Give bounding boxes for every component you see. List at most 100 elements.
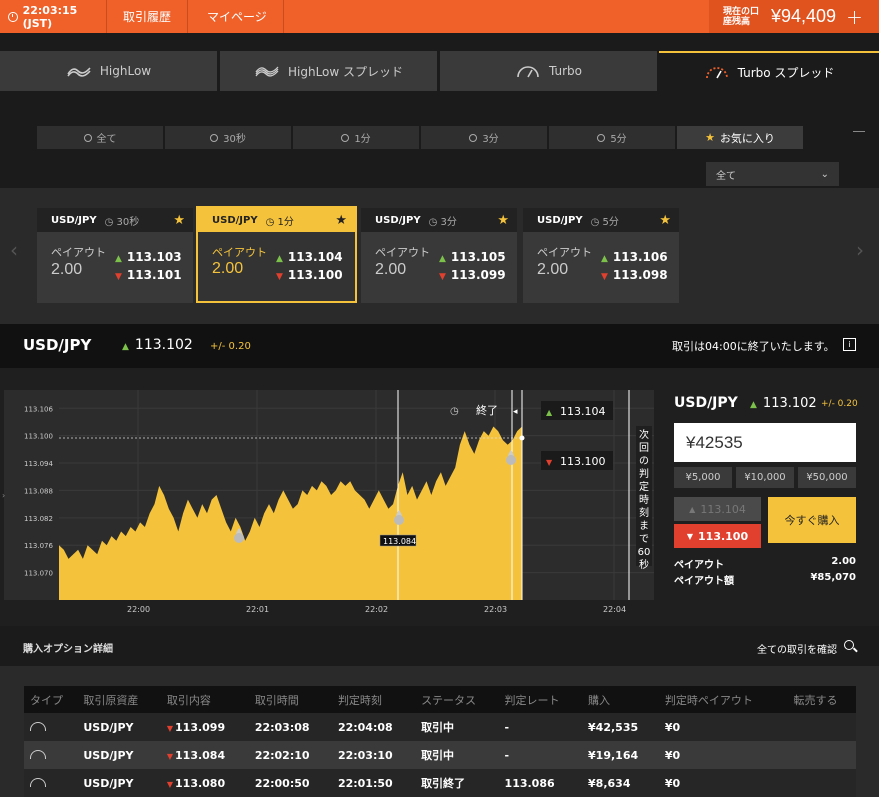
card-payout-label: ペイアウト: [51, 246, 106, 259]
star-icon[interactable]: ★: [173, 213, 185, 228]
high-rate-tag-text: 113.104: [560, 405, 606, 418]
filter-all[interactable]: 全て: [37, 126, 163, 149]
end-label: 終了: [476, 403, 498, 417]
x-tick-label: 22:00: [127, 605, 150, 614]
down-arrow-icon: ▼: [276, 272, 283, 282]
table-cell: ¥0: [658, 713, 788, 741]
x-tick-label: 22:01: [246, 605, 269, 614]
star-icon[interactable]: ★: [659, 213, 671, 228]
speedometer-icon: [517, 66, 539, 78]
turbo-icon: [30, 721, 46, 731]
quick-5000-button[interactable]: ¥5,000: [674, 467, 732, 488]
pair-name: USD/JPY: [23, 336, 92, 354]
card-pair: USD/JPY: [212, 214, 258, 226]
highlow-spread-icon: [255, 66, 279, 77]
clock-icon: [8, 11, 18, 22]
filter-30s[interactable]: 30秒: [165, 126, 291, 149]
quick-10000-button[interactable]: ¥10,000: [736, 467, 794, 488]
rate-card-3m[interactable]: USD/JPY ◷ 3分 ★ ペイアウト 2.00 ▲ 113.105 ▼ 113.09…: [361, 208, 517, 303]
tab-turbo-label: Turbo: [548, 64, 582, 78]
countdown-char: 60: [638, 547, 651, 558]
table-cell: -: [498, 713, 583, 741]
quick-50000-button[interactable]: ¥50,000: [798, 467, 856, 488]
trades-table: タイプ 取引原資産 取引内容 取引時間 判定時刻 ステータス 判定レート 購入 判定時ペイアウト…: [24, 686, 856, 797]
rate-card-30s[interactable]: USD/JPY ◷ 30秒 ★ ペイアウト 2.00 ▲ 113.103 ▼ 113.1…: [37, 208, 193, 303]
up-arrow-icon: ▲: [276, 254, 283, 264]
tab-highlow[interactable]: HighLow: [0, 51, 217, 91]
pair-change: +/- 0.20: [210, 341, 251, 352]
table-column-header: 転売する: [787, 686, 856, 713]
y-tick-label: 113.082: [24, 515, 53, 523]
next-arrow-icon[interactable]: ›: [856, 238, 864, 262]
buy-now-button[interactable]: 今すぐ購入: [768, 497, 856, 543]
table-cell: -: [498, 741, 583, 769]
card-time-label: 5分: [602, 216, 619, 228]
table-cell: ¥0: [658, 741, 788, 769]
card-low-value: 113.098: [612, 268, 668, 282]
card-header: USD/JPY ◷ 3分 ★: [361, 208, 517, 232]
table-cell: ▼ 113.099: [160, 713, 249, 741]
card-pair: USD/JPY: [375, 214, 421, 226]
clock-icon: [210, 133, 219, 142]
low-button[interactable]: ▼ 113.100: [674, 524, 761, 548]
tab-turbo[interactable]: Turbo: [440, 51, 657, 91]
up-arrow-icon: ▲: [115, 254, 122, 264]
card-high-value: 113.103: [126, 250, 182, 264]
table-cell: 22:02:10: [248, 741, 332, 769]
trade-rate: 113.080: [175, 776, 226, 790]
clock-icon: [469, 133, 478, 142]
table-row[interactable]: USD/JPY ▼ 113.099 22:03:08 22:04:08 取引中 - ¥42,5…: [24, 713, 856, 741]
table-cell: 22:01:50: [331, 769, 416, 797]
high-button[interactable]: ▲ 113.104: [674, 497, 761, 521]
all-trades-link[interactable]: 全ての取引を確認: [757, 641, 837, 656]
filter-5m[interactable]: 5分: [549, 126, 675, 149]
filter-favorites[interactable]: ★ お気に入り: [677, 126, 803, 149]
nav-trade-history[interactable]: 取引履歴: [107, 0, 189, 33]
rate-card-5m[interactable]: USD/JPY ◷ 5分 ★ ペイアウト 2.00 ▲ 113.106 ▼ 113.09…: [523, 208, 679, 303]
up-arrow-icon: ▲: [750, 400, 757, 410]
turbo-icon: [30, 749, 46, 759]
prev-arrow-icon[interactable]: ‹: [10, 238, 18, 262]
asset-select[interactable]: 全て ⌄: [706, 162, 839, 186]
card-high-value: 113.106: [612, 250, 668, 264]
card-high-value: 113.104: [287, 250, 343, 264]
nav-mypage[interactable]: マイページ: [191, 0, 284, 33]
collapse-icon[interactable]: [853, 131, 865, 132]
chevron-down-icon: ⌄: [820, 168, 829, 180]
payout-amount-value: ¥85,070: [810, 572, 856, 583]
card-payout-label: ペイアウト: [375, 246, 430, 259]
search-icon[interactable]: [844, 640, 854, 650]
y-tick-label: 113.106: [24, 405, 53, 413]
info-icon[interactable]: i: [843, 338, 856, 351]
details-title: 購入オプション詳細: [23, 644, 113, 655]
tab-highlow-spread[interactable]: HighLow スプレッド: [220, 51, 437, 91]
card-time: ◷ 3分: [428, 216, 457, 228]
filter-1m[interactable]: 1分: [293, 126, 419, 149]
tab-turbo-spread[interactable]: Turbo スプレッド: [659, 51, 879, 91]
table-row[interactable]: USD/JPY ▼ 113.080 22:00:50 22:01:50 取引終了 113.0…: [24, 769, 856, 797]
amount-input[interactable]: [674, 423, 856, 462]
table-cell: USD/JPY: [77, 741, 161, 769]
countdown-char: ま: [639, 520, 649, 532]
price-chart[interactable]: 113.106 113.100 113.094 113.088 113.082 113.0…: [0, 368, 670, 626]
card-payout: 2.00: [375, 261, 407, 278]
trade-rate: 113.099: [175, 720, 226, 734]
table-cell: 取引終了: [415, 769, 499, 797]
deposit-button[interactable]: +: [846, 5, 863, 29]
y-tick-label: 113.070: [24, 570, 53, 578]
card-pair: USD/JPY: [51, 214, 97, 226]
star-icon[interactable]: ★: [497, 213, 509, 228]
card-high-rate: ▲ 113.104: [276, 250, 343, 264]
y-tick-label: 113.088: [24, 487, 53, 495]
countdown-char: 次: [639, 428, 649, 441]
chart-left-arrow-icon[interactable]: ›: [2, 491, 5, 500]
clock: 22:03:15 (JST): [0, 0, 107, 33]
rate-card-1m[interactable]: USD/JPY ◷ 1分 ★ ペイアウト 2.00 ▲ 113.104 ▼ 113.10…: [196, 206, 357, 303]
down-arrow-icon: ▼: [686, 531, 694, 541]
table-cell: ¥0: [658, 769, 788, 797]
star-icon[interactable]: ★: [335, 213, 347, 228]
table-row[interactable]: USD/JPY ▼ 113.084 22:02:10 22:03:10 取引中 - ¥19,1…: [24, 741, 856, 769]
card-low-rate: ▼ 113.099: [439, 268, 506, 282]
table-column-header: 取引時間: [248, 686, 332, 713]
filter-3m[interactable]: 3分: [421, 126, 547, 149]
